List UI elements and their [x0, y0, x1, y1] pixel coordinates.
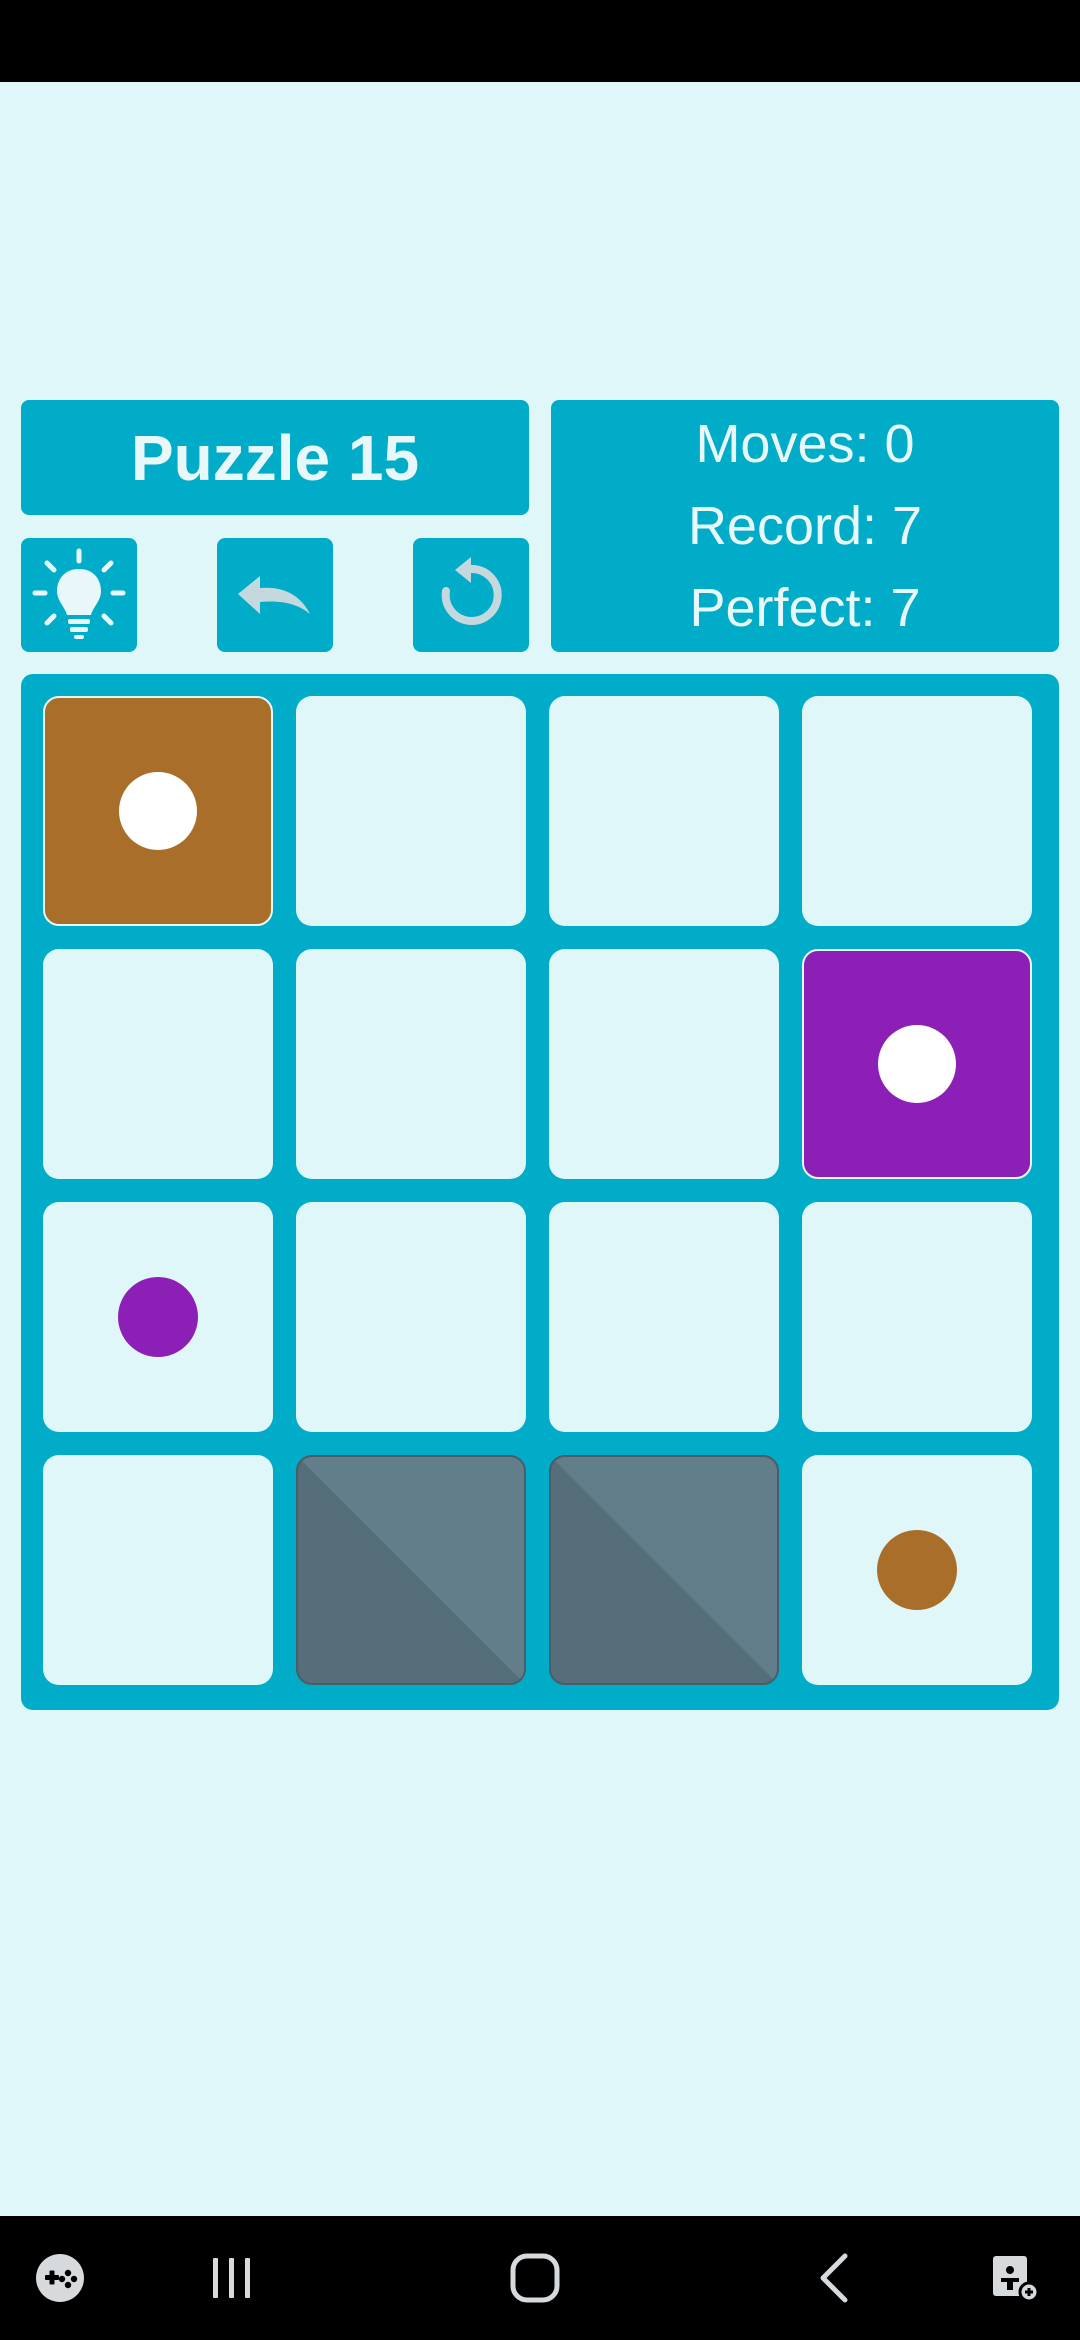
recent-apps-icon	[213, 2258, 250, 2298]
moves-counter: Moves: 0	[695, 414, 915, 474]
perfect-counter: Perfect: 7	[689, 578, 921, 638]
board-cell-2-0[interactable]	[43, 1202, 273, 1432]
board-cell-3-1	[296, 1455, 526, 1685]
board-cell-1-2[interactable]	[549, 949, 779, 1179]
wall-shading	[298, 1457, 524, 1683]
game-launcher-icon	[36, 2254, 84, 2302]
record-counter: Record: 7	[687, 496, 923, 556]
status-bar	[0, 0, 1080, 82]
restart-button[interactable]	[413, 538, 529, 652]
board-cell-3-2	[549, 1455, 779, 1685]
home-icon	[510, 2253, 560, 2303]
board-cell-1-1[interactable]	[296, 949, 526, 1179]
hint-bulb-icon	[32, 548, 126, 639]
brown-block-marker	[119, 772, 197, 850]
board-cell-0-2[interactable]	[549, 696, 779, 926]
board-cell-2-2[interactable]	[549, 1202, 779, 1432]
board-cell-2-3[interactable]	[802, 1202, 1032, 1432]
game-launcher-button[interactable]	[20, 2216, 100, 2340]
home-button[interactable]	[495, 2216, 575, 2340]
undo-button[interactable]	[217, 538, 333, 652]
back-icon	[820, 2253, 848, 2303]
purple-block-marker	[878, 1025, 956, 1103]
board-cell-0-0[interactable]	[43, 696, 273, 926]
restart-icon	[441, 557, 502, 625]
board-cell-0-3[interactable]	[802, 696, 1032, 926]
wall-shading	[551, 1457, 777, 1683]
board-cell-1-0[interactable]	[43, 949, 273, 1179]
board-cell-3-3[interactable]	[802, 1455, 1032, 1685]
hint-button[interactable]	[21, 538, 137, 652]
accessibility-icon	[993, 2256, 1040, 2303]
undo-arrow-icon	[238, 576, 310, 614]
board-cell-1-3[interactable]	[802, 949, 1032, 1179]
board-cell-3-0[interactable]	[43, 1455, 273, 1685]
board-cell-2-1[interactable]	[296, 1202, 526, 1432]
recent-apps-button[interactable]	[192, 2216, 272, 2340]
board-cell-0-1[interactable]	[296, 696, 526, 926]
accessibility-button[interactable]	[975, 2216, 1055, 2340]
game-board	[21, 674, 1059, 1710]
brown-target-dot	[877, 1530, 957, 1610]
stats-panel: Moves: 0 Record: 7 Perfect: 7	[551, 400, 1059, 652]
back-button[interactable]	[795, 2216, 875, 2340]
purple-target-dot	[118, 1277, 198, 1357]
puzzle-title: Puzzle 15	[21, 400, 529, 515]
